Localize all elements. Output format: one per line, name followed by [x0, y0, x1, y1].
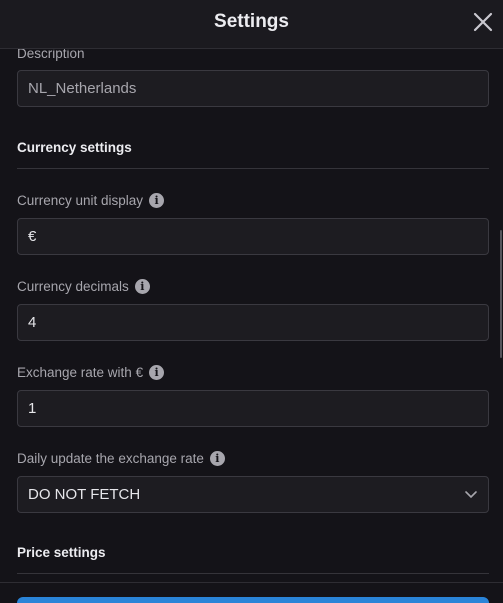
settings-form: Description NL_Netherlands Currency sett… [0, 49, 503, 582]
currency-decimals-label-text: Currency decimals [17, 279, 129, 294]
section-divider [17, 573, 489, 574]
currency-unit-label: Currency unit display i [17, 193, 165, 208]
close-icon[interactable] [472, 11, 494, 33]
chevron-down-icon [465, 490, 477, 498]
info-icon[interactable]: i [149, 365, 165, 380]
currency-decimals-input[interactable]: 4 [17, 304, 489, 341]
description-value: NL_Netherlands [28, 80, 137, 97]
currency-decimals-value: 4 [28, 314, 37, 331]
modal-title: Settings [214, 11, 289, 32]
daily-update-label: Daily update the exchange rate i [17, 451, 225, 466]
description-field[interactable]: NL_Netherlands [17, 70, 489, 107]
section-divider [17, 168, 489, 169]
currency-unit-value: € [28, 228, 37, 245]
modal-header: Settings [0, 0, 503, 49]
scrollbar[interactable] [500, 230, 502, 358]
info-icon[interactable]: i [134, 279, 150, 294]
price-settings-heading: Price settings [17, 545, 106, 560]
modal-footer [0, 582, 503, 603]
primary-button[interactable] [17, 597, 489, 603]
description-label: Description [17, 49, 85, 61]
currency-decimals-label: Currency decimals i [17, 279, 150, 294]
exchange-rate-value: 1 [28, 400, 37, 417]
daily-update-select[interactable]: DO NOT FETCH [17, 476, 489, 513]
exchange-rate-label: Exchange rate with € i [17, 365, 165, 380]
daily-update-value: DO NOT FETCH [28, 486, 141, 503]
exchange-rate-input[interactable]: 1 [17, 390, 489, 427]
info-icon[interactable]: i [149, 193, 165, 208]
info-icon[interactable]: i [209, 451, 225, 466]
daily-update-label-text: Daily update the exchange rate [17, 451, 204, 466]
currency-unit-input[interactable]: € [17, 218, 489, 255]
description-label-text: Description [17, 49, 85, 61]
currency-unit-label-text: Currency unit display [17, 193, 144, 208]
exchange-rate-label-text: Exchange rate with € [17, 365, 144, 380]
currency-settings-heading: Currency settings [17, 140, 132, 155]
